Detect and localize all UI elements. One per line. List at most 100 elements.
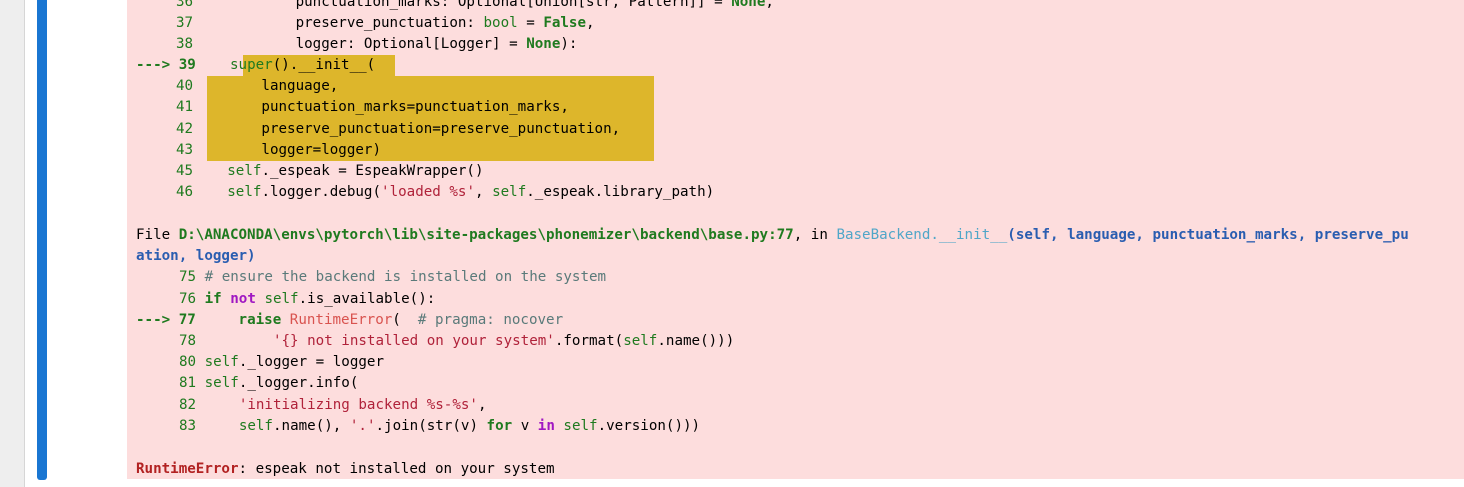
code-text: .version())) [597,418,701,434]
file-label: File [136,227,179,243]
code-line-77: ---> 77 raise RuntimeError( # pragma: no… [136,310,563,331]
code-text: .name())) [657,333,735,349]
line-number: 46 [176,184,194,200]
code-comment: # ensure the backend is installed on the… [196,269,607,285]
self-keyword: self [238,418,273,434]
code-line-43: 43 logger=logger) [136,140,381,161]
left-gutter [0,0,24,487]
code-text: ._logger.info( [238,375,359,391]
in-label: , in [793,227,837,243]
function-signature-cont: ation, logger) [136,248,256,264]
string-literal: 'loaded %s' [381,184,475,200]
keyword: False [543,15,587,31]
code-line-36: 36 punctuation_marks: Optional[Union[str… [136,0,774,13]
line-number: 82 [179,397,197,413]
error-type: RuntimeError [136,461,239,477]
code-line-39: ---> 39 super().__init__( [136,55,375,76]
code-text: logger: Optional[Logger] = [193,36,527,52]
code-text: , [765,0,774,10]
string-literal: 'initializing backend %s-%s' [238,397,478,413]
code-line-80: 80 self._logger = logger [136,352,384,373]
line-number: 36 [176,0,194,10]
code-line-42: 42 preserve_punctuation=preserve_punctua… [136,119,620,140]
code-text: preserve_punctuation=preserve_punctuatio… [193,121,621,137]
self-keyword: self [204,375,239,391]
code-text: .join(str(v) [375,418,487,434]
line-number: 40 [176,78,194,94]
code-text: .logger.debug( [261,184,382,200]
error-message: RuntimeError: espeak not installed on yo… [136,459,555,479]
self-keyword: self [227,184,262,200]
code-text: punctuation_marks=punctuation_marks, [193,99,569,115]
code-line-75: 75 # ensure the backend is installed on … [136,267,606,288]
keyword: if [196,291,222,307]
line-number: 83 [179,418,197,434]
line-number: 39 [178,57,196,73]
file-path-link[interactable]: D:\ANACONDA\envs\pytorch\lib\site-packag… [179,227,794,243]
line-number: 41 [176,99,194,115]
gutter-divider [24,0,25,487]
code-text: ._logger = logger [238,354,385,370]
current-line-arrow: ---> [136,57,171,73]
function-name: BaseBackend.__init__ [836,227,1008,243]
code-comment: # pragma: nocover [417,312,564,328]
function-signature: (self, language, punctuation_marks, pres… [1007,227,1409,243]
line-number: 77 [178,312,196,328]
line-number: 42 [176,121,194,137]
keyword: None [731,0,766,10]
error-text: : espeak not installed on your system [238,461,555,477]
line-number: 37 [176,15,194,31]
code-line-38: 38 logger: Optional[Logger] = None): [136,34,577,55]
self-keyword: self [264,291,299,307]
code-line-81: 81 self._logger.info( [136,373,358,394]
line-number: 38 [176,36,194,52]
code-text: preserve_punctuation: [193,15,484,31]
code-text: = [517,15,544,31]
code-text: , [475,184,493,200]
self-keyword: self [204,354,239,370]
keyword: for [486,418,513,434]
line-number: 78 [179,333,197,349]
code-line-83: 83 self.name(), '.'.join(str(v) for v in… [136,416,700,437]
code-line-37: 37 preserve_punctuation: bool = False, [136,13,595,34]
keyword: in [537,418,555,434]
self-keyword: self [563,418,598,434]
line-number: 76 [179,291,197,307]
code-text: ( [392,312,418,328]
code-line-45: 45 self._espeak = EspeakWrapper() [136,161,484,182]
code-line-76: 76 if not self.is_available(): [136,289,435,310]
keyword: not [221,291,256,307]
string-literal: '.' [349,418,376,434]
error-output: 36 punctuation_marks: Optional[Union[str… [127,0,1464,479]
line-number: 81 [179,375,197,391]
keyword: None [526,36,561,52]
code-text: ._espeak.library_path) [526,184,715,200]
line-number: 80 [179,354,197,370]
code-text: punctuation_marks: Optional[Union[str, P… [193,0,732,10]
exception-class: RuntimeError [289,312,393,328]
code-text: ().__init__( [272,57,376,73]
code-text: .name(), [272,418,350,434]
line-number: 45 [176,163,194,179]
code-line-78: 78 '{} not installed on your system'.for… [136,331,734,352]
line-number: 43 [176,142,194,158]
string-literal: '{} not installed on your system' [272,333,555,349]
code-text: .is_available(): [298,291,436,307]
code-text: .format( [554,333,624,349]
code-text: v [512,418,538,434]
cell-selection-bar[interactable] [37,0,47,480]
frame-header: File D:\ANACONDA\envs\pytorch\lib\site-p… [136,225,1409,246]
code-line-46: 46 self.logger.debug('loaded %s', self._… [136,182,714,203]
code-text: language, [193,78,339,94]
self-keyword: self [227,163,262,179]
code-text: , [586,15,595,31]
